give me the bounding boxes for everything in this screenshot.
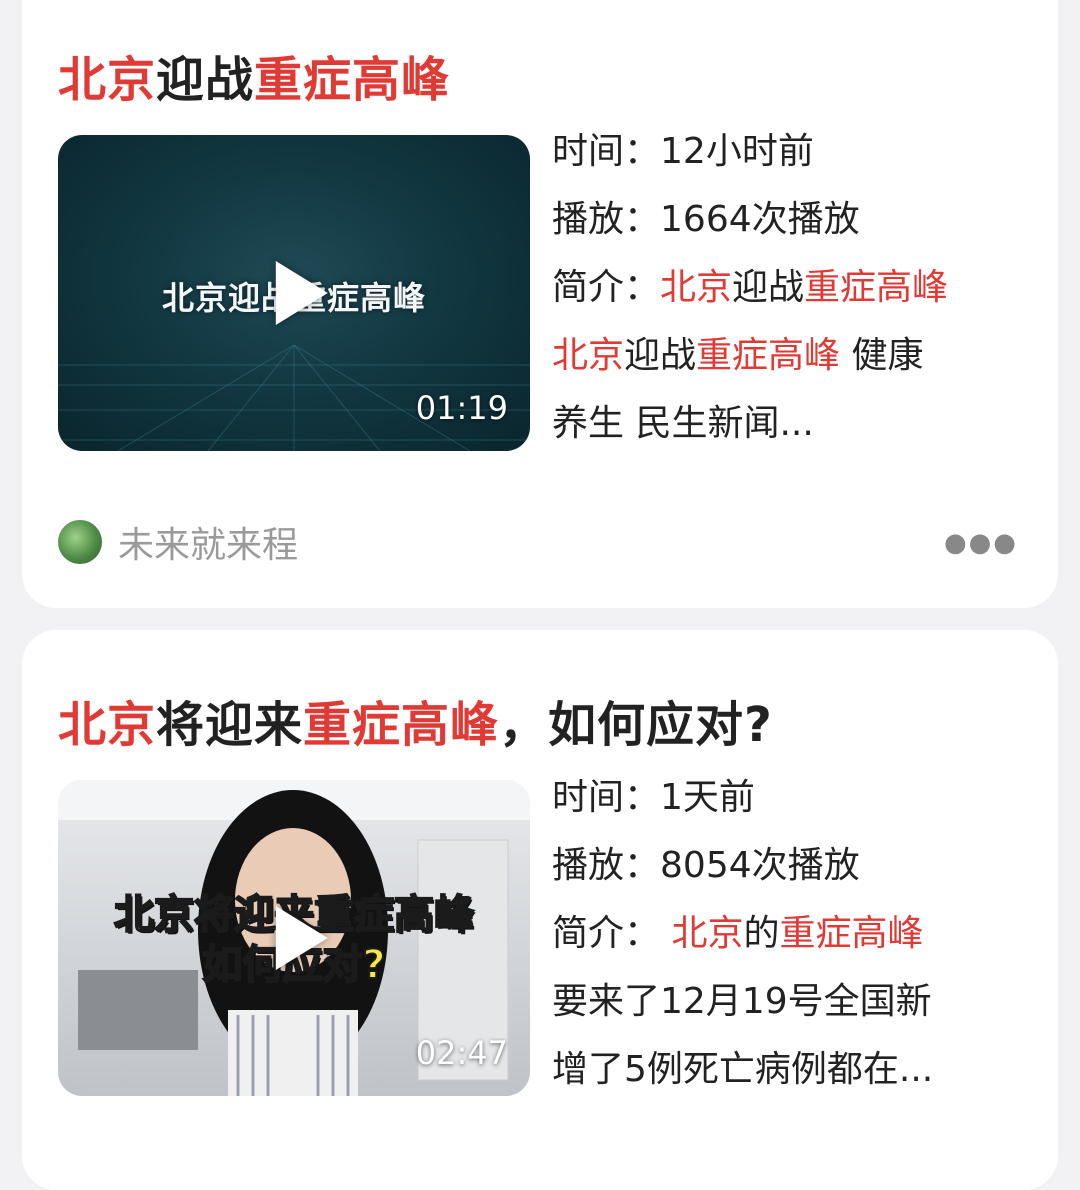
- intro-line: 要来了12月19号全国新: [552, 981, 932, 1022]
- title-highlight: 北京: [58, 52, 157, 108]
- title-text: 迎战: [156, 52, 255, 108]
- video-thumbnail[interactable]: 北京迎战重症高峰 01:19: [58, 135, 530, 451]
- plays-label: 播放：: [552, 845, 661, 886]
- title-highlight: 重症高峰: [303, 697, 500, 753]
- intro-row: 简介：北京迎战重症高峰: [552, 254, 1042, 322]
- plays-value: 8054次播放: [660, 845, 860, 886]
- author-info[interactable]: 未来就来程: [58, 516, 298, 568]
- more-dots-icon[interactable]: ●●●: [944, 528, 1018, 558]
- title-highlight: 北京: [58, 697, 157, 753]
- time-row: 时间：1天前: [552, 764, 1042, 832]
- intro-text: 健康: [840, 335, 924, 376]
- intro-row: 简介： 北京的重症高峰: [552, 900, 1042, 968]
- author-name[interactable]: 未来就来程: [118, 516, 298, 568]
- title-text: 将迎来: [156, 697, 304, 753]
- intro-highlight: 重症高峰: [696, 335, 841, 376]
- intro-line: 北京迎战重症高峰 健康: [552, 322, 1042, 390]
- intro-line: 增了5例死亡病例都在...: [552, 1049, 934, 1090]
- plays-label: 播放：: [552, 199, 661, 240]
- video-thumbnail[interactable]: 北京将迎来重症高峰 如何应对? 02:47: [58, 780, 530, 1096]
- play-icon[interactable]: [275, 261, 328, 325]
- time-row: 时间：12小时前: [552, 118, 1042, 186]
- intro-highlight: 北京: [552, 335, 625, 376]
- intro-label: 简介：: [552, 267, 661, 308]
- time-value: 1天前: [660, 777, 755, 818]
- plays-row: 播放：8054次播放: [552, 832, 1042, 900]
- intro-label: 简介：: [552, 913, 661, 954]
- intro-text: 迎战: [624, 335, 697, 376]
- intro-highlight: 北京: [660, 267, 733, 308]
- time-label: 时间：: [552, 131, 661, 172]
- video-duration: 02:47: [415, 1034, 508, 1072]
- intro-highlight: 北京: [660, 913, 744, 954]
- time-value: 12小时前: [660, 131, 814, 172]
- intro-text: 的: [743, 913, 780, 954]
- play-icon[interactable]: [275, 906, 328, 970]
- video-meta: 时间：1天前 播放：8054次播放 简介： 北京的重症高峰 要来了12月19号全…: [552, 764, 1042, 1104]
- video-meta: 时间：12小时前 播放：1664次播放 简介：北京迎战重症高峰 北京迎战重症高峰…: [552, 118, 1042, 458]
- plays-value: 1664次播放: [660, 199, 860, 240]
- intro-text: 迎战: [732, 267, 805, 308]
- avatar[interactable]: [58, 520, 102, 564]
- time-label: 时间：: [552, 777, 661, 818]
- video-card[interactable]: 北京将迎来重症高峰，如何应对? 北京将迎来重症高峰 如何应对? 02:47 时间…: [22, 630, 1058, 1190]
- video-title[interactable]: 北京将迎来重症高峰，如何应对?: [58, 685, 773, 755]
- video-card[interactable]: 北京迎战重症高峰 北京迎战重症高峰 01:19 时间：12小时前 播放：1664…: [22, 0, 1058, 608]
- title-highlight: 重症高峰: [254, 52, 451, 108]
- intro-line: 养生 民生新闻...: [552, 403, 814, 444]
- video-title[interactable]: 北京迎战重症高峰: [58, 40, 450, 110]
- intro-highlight: 重症高峰: [779, 913, 924, 954]
- plays-row: 播放：1664次播放: [552, 186, 1042, 254]
- title-text: ，如何应对?: [499, 697, 773, 753]
- intro-highlight: 重症高峰: [804, 267, 949, 308]
- video-duration: 01:19: [415, 389, 508, 427]
